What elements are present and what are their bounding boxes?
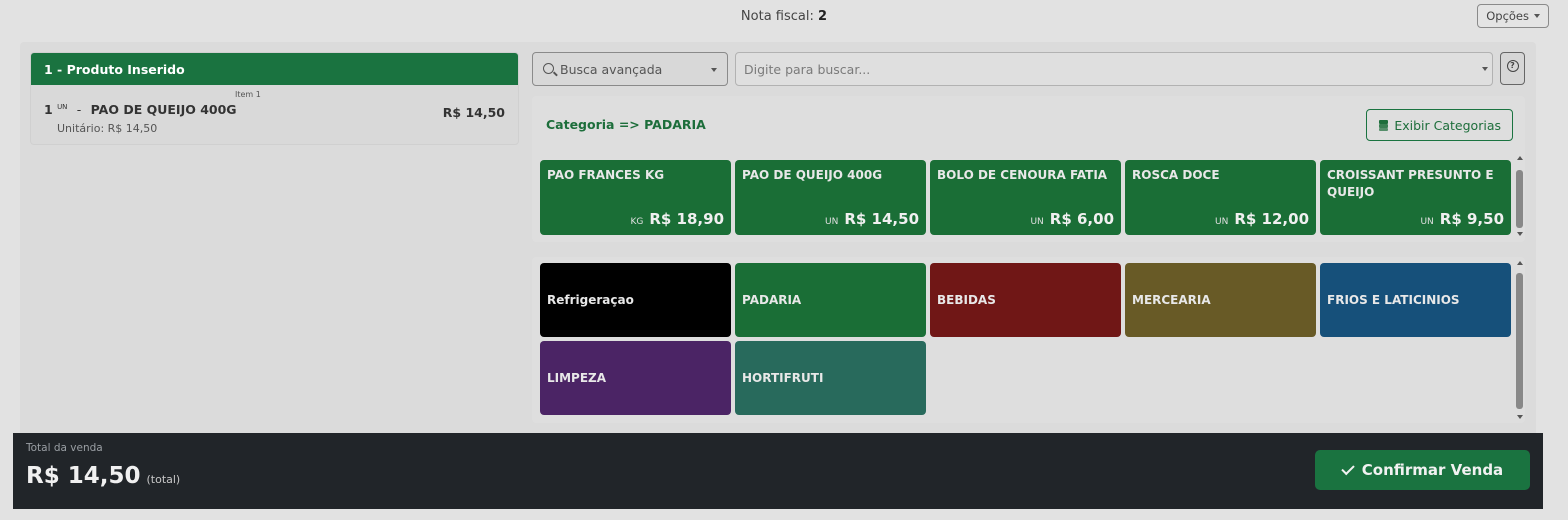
scroll-up-icon[interactable] [1516, 261, 1523, 265]
help-button[interactable]: ? [1500, 52, 1525, 85]
product-unit: UN [1420, 217, 1434, 227]
total-value: R$ 14,50 [26, 463, 141, 489]
category-title: Categoria => PADARIA [546, 117, 706, 132]
search-mode-label: Busca avançada [560, 61, 663, 77]
products-scrollbar[interactable] [1516, 156, 1523, 236]
category-tile[interactable]: MERCEARIA [1125, 263, 1316, 337]
layers-icon [1378, 119, 1389, 131]
product-tile[interactable]: ROSCA DOCE UN R$ 12,00 [1125, 160, 1316, 235]
product-tile[interactable]: PAO FRANCES KG KG R$ 18,90 [540, 160, 731, 235]
show-categories-label: Exibir Categorias [1394, 117, 1501, 133]
item-unit: UN [57, 102, 68, 111]
categories-scrollbar[interactable] [1516, 261, 1523, 419]
product-unit: UN [825, 217, 839, 227]
check-icon [1341, 461, 1355, 475]
category-products-panel: Categoria => PADARIA Exibir Categorias P… [532, 96, 1525, 242]
confirm-sale-button[interactable]: Confirmar Venda [1315, 450, 1530, 490]
total-suffix: (total) [146, 473, 181, 486]
item-description: 1 UN - PAO DE QUEIJO 400G [44, 102, 237, 117]
cart-item[interactable]: Item 1 1 UN - PAO DE QUEIJO 400G R$ 14,5… [31, 85, 518, 144]
invoice-label: Nota fiscal: [740, 9, 814, 24]
product-unit: UN [1215, 217, 1229, 227]
product-grid: PAO FRANCES KG KG R$ 18,90 PAO DE QUEIJO… [540, 160, 1512, 235]
product-tile[interactable]: CROISSANT PRESUNTO E QUEIJO UN R$ 9,50 [1320, 160, 1511, 235]
pos-main-area: 1 - Produto Inserido Item 1 1 UN - PAO D… [20, 42, 1536, 437]
category-tile[interactable]: PADARIA [735, 263, 926, 337]
scroll-thumb[interactable] [1516, 170, 1523, 228]
search-mode-select[interactable]: Busca avançada [532, 52, 728, 86]
product-unit: KG [630, 217, 644, 227]
confirm-sale-label: Confirmar Venda [1361, 461, 1504, 479]
category-tile[interactable]: FRIOS E LATICINIOS [1320, 263, 1511, 337]
product-name: PAO DE QUEIJO 400G [742, 168, 883, 182]
scroll-thumb[interactable] [1516, 273, 1523, 409]
options-dropdown-button[interactable]: Opções [1477, 4, 1549, 28]
product-price-block: UN R$ 6,00 [1030, 210, 1114, 228]
product-price: R$ 9,50 [1439, 210, 1504, 228]
category-tile[interactable]: BEBIDAS [930, 263, 1121, 337]
category-tile[interactable]: LIMPEZA [540, 341, 731, 415]
scroll-down-icon[interactable] [1516, 415, 1523, 419]
cart-panel: 1 - Produto Inserido Item 1 1 UN - PAO D… [30, 52, 519, 145]
show-categories-button[interactable]: Exibir Categorias [1366, 109, 1513, 141]
top-bar: Nota fiscal: 2 Opções [0, 0, 1568, 36]
search-dropdown-caret-icon[interactable] [1482, 67, 1488, 71]
product-tile[interactable]: PAO DE QUEIJO 400G UN R$ 14,50 [735, 160, 926, 235]
search-icon [543, 62, 554, 74]
category-groups-panel: Refrigeraçao PADARIA BEBIDAS MERCEARIA F… [532, 257, 1525, 423]
product-price: R$ 6,00 [1049, 210, 1114, 228]
cart-header: 1 - Produto Inserido [31, 53, 518, 85]
item-tag: Item 1 [235, 90, 261, 99]
scroll-down-icon[interactable] [1516, 232, 1523, 236]
options-label: Opções [1486, 9, 1529, 23]
product-tile[interactable]: BOLO DE CENOURA FATIA UN R$ 6,00 [930, 160, 1121, 235]
product-name: CROISSANT PRESUNTO E QUEIJO [1327, 168, 1494, 199]
caret-down-icon [1534, 14, 1540, 18]
product-price-block: UN R$ 14,50 [825, 210, 919, 228]
chevron-down-icon [711, 68, 717, 72]
product-price: R$ 14,50 [844, 210, 919, 228]
product-name: BOLO DE CENOURA FATIA [937, 168, 1108, 182]
category-grid: Refrigeraçao PADARIA BEBIDAS MERCEARIA F… [540, 263, 1512, 415]
product-price-block: UN R$ 12,00 [1215, 210, 1309, 228]
item-price: R$ 14,50 [442, 105, 505, 120]
item-name: PAO DE QUEIJO 400G [90, 102, 237, 117]
product-name: PAO FRANCES KG [547, 168, 665, 182]
product-price-block: KG R$ 18,90 [630, 210, 724, 228]
category-tile[interactable]: Refrigeraçao [540, 263, 731, 337]
product-name: ROSCA DOCE [1132, 168, 1220, 182]
item-separator: - [76, 102, 82, 117]
invoice-value: 2 [818, 9, 828, 24]
item-qty: 1 [44, 102, 53, 117]
product-price: R$ 12,00 [1234, 210, 1309, 228]
product-price: R$ 18,90 [649, 210, 724, 228]
total-label: Total da venda [26, 442, 103, 454]
invoice-number: Nota fiscal: 2 [0, 9, 1568, 24]
category-tile[interactable]: HORTIFRUTI [735, 341, 926, 415]
sale-footer: Total da venda R$ 14,50 (total) Confirma… [13, 433, 1543, 509]
scroll-up-icon[interactable] [1516, 156, 1523, 160]
total-amount: R$ 14,50 (total) [26, 463, 180, 489]
search-input[interactable] [735, 52, 1493, 86]
product-unit: UN [1030, 217, 1044, 227]
help-icon: ? [1506, 60, 1519, 72]
product-price-block: UN R$ 9,50 [1420, 210, 1504, 228]
item-unit-price: Unitário: R$ 14,50 [57, 122, 158, 135]
